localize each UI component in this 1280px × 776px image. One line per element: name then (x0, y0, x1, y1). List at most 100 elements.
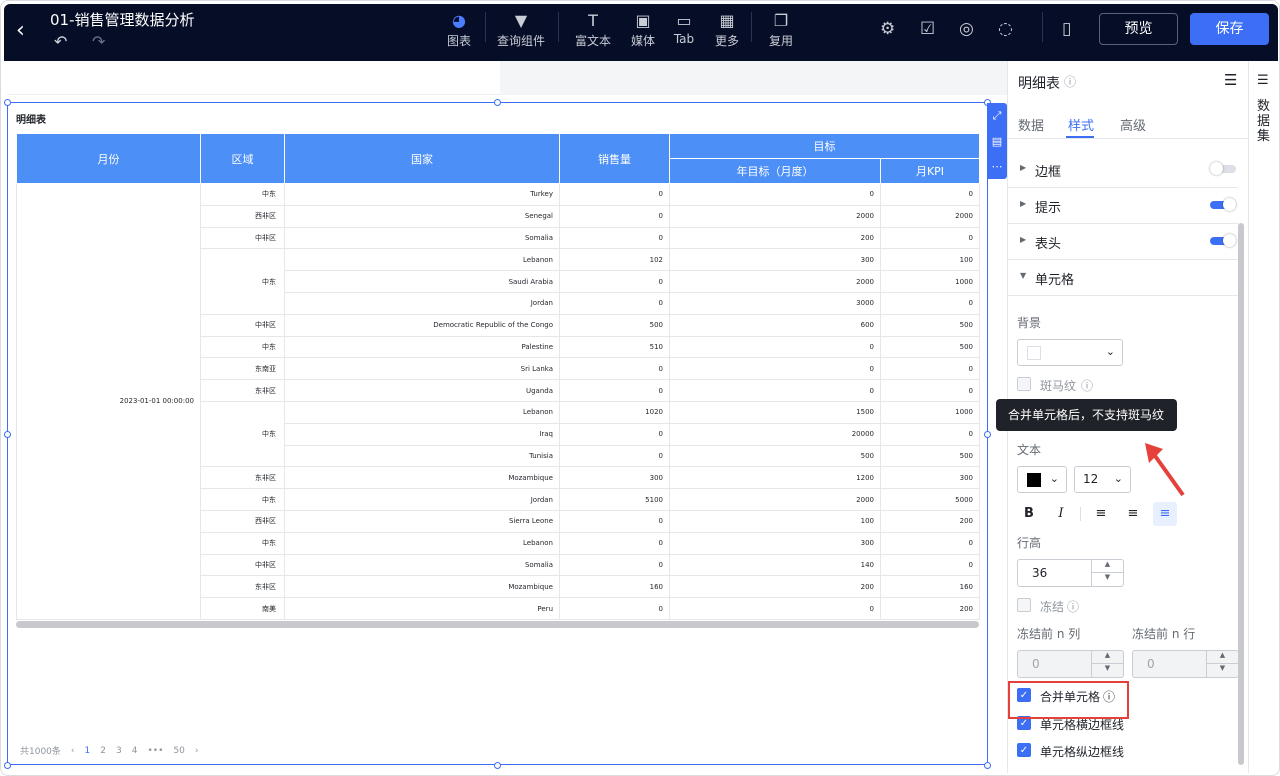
preview-button[interactable]: 预览 (1099, 13, 1178, 45)
section-header[interactable]: ▶ 表头 (1008, 224, 1238, 260)
pager-page-3[interactable]: 3 (116, 746, 122, 756)
header-kpi[interactable]: 月KPI (880, 158, 980, 184)
align-center-button[interactable]: ≡ (1121, 502, 1145, 526)
align-left-button[interactable]: ≡ (1089, 502, 1113, 526)
cell-year-target: 500 (669, 444, 881, 468)
resize-handle[interactable] (4, 762, 11, 769)
cell-country: Mozambique (284, 466, 560, 490)
stepper-up-icon[interactable]: ▲ (1092, 651, 1123, 664)
resize-handle[interactable] (494, 99, 501, 106)
line-height-value: 36 (1032, 566, 1048, 580)
toolbar-pie-chart-button[interactable]: ◕ 图表 (444, 10, 474, 56)
italic-button[interactable]: I (1049, 502, 1073, 526)
cell-area: 东非区 (200, 575, 285, 599)
panel-tabs: 数据 样式 高级 (1008, 105, 1248, 139)
align-right-button[interactable]: ≡ (1153, 502, 1177, 526)
cell-sales: 0 (559, 291, 670, 315)
stepper-up-icon[interactable]: ▲ (1092, 560, 1123, 573)
table-row[interactable]: 2023-01-01 00:00:00 中东 Turkey 0 0 0 (16, 183, 980, 620)
info-icon[interactable]: ⓘ (1064, 73, 1076, 90)
stepper-down-icon[interactable]: ▼ (1092, 664, 1123, 677)
note-icon[interactable]: ▤ (992, 135, 1002, 148)
checklist-icon[interactable]: ☑ (920, 19, 935, 39)
detail-table: 月份 区域 国家 销售量 目标 年目标（月度） 月KPI 2023-01-01 … (16, 133, 980, 620)
tab-data[interactable]: 数据 (1018, 115, 1044, 134)
header-toggle[interactable] (1210, 234, 1236, 247)
stepper[interactable]: ▲ ▼ (1091, 560, 1123, 586)
expand-icon[interactable]: ⤢ (993, 109, 1002, 123)
dashboard-title[interactable]: 01-销售管理数据分析 (50, 9, 195, 30)
more-dots-icon[interactable]: ⋯ (992, 160, 1003, 173)
resize-handle[interactable] (984, 762, 991, 769)
toolbar-grid-button[interactable]: ▦ 更多 (712, 10, 742, 56)
pager-prev[interactable]: ‹ (71, 746, 75, 756)
font-size-select[interactable]: 12 ⌄ (1074, 466, 1131, 493)
collapse-panel-icon[interactable]: ☰ (1257, 73, 1269, 88)
resize-handle[interactable] (4, 431, 11, 438)
horizontal-scrollbar[interactable] (16, 621, 979, 628)
section-cell[interactable]: ▼ 单元格 (1008, 260, 1238, 296)
tooltip-toggle[interactable] (1210, 198, 1236, 211)
pager-page-2[interactable]: 2 (100, 746, 106, 756)
palette-icon[interactable]: ◎ (959, 19, 974, 39)
freeze-rows-input[interactable]: 0 ▲ ▼ (1132, 650, 1239, 678)
header-area[interactable]: 区域 (200, 133, 285, 184)
header-target[interactable]: 目标 (669, 133, 980, 159)
stepper-down-icon[interactable]: ▼ (1092, 573, 1123, 586)
stepper[interactable]: ▲ ▼ (1091, 651, 1123, 677)
save-button[interactable]: 保存 (1190, 13, 1269, 45)
hide-eye-icon[interactable]: ◌ (998, 19, 1013, 39)
toolbar-rich-text-button[interactable]: T 富文本 (573, 10, 613, 56)
panel-scrollbar[interactable] (1238, 223, 1244, 765)
dataset-strip[interactable]: ☰ 数据集 (1248, 61, 1278, 773)
toolbar-copy-button[interactable]: ❐ 复用 (766, 10, 796, 56)
info-icon[interactable]: ⓘ (1081, 377, 1093, 394)
stepper-up-icon[interactable]: ▲ (1207, 651, 1238, 664)
back-arrow-icon[interactable]: ‹ (16, 18, 25, 43)
resize-handle[interactable] (494, 762, 501, 769)
freeze-cols-input[interactable]: 0 ▲ ▼ (1017, 650, 1124, 678)
stepper-down-icon[interactable]: ▼ (1207, 664, 1238, 677)
cell-sales: 0 (559, 553, 670, 577)
stepper[interactable]: ▲ ▼ (1206, 651, 1238, 677)
bold-button[interactable]: B (1017, 502, 1041, 526)
pager-page-4[interactable]: 4 (132, 746, 138, 756)
detail-table-widget[interactable]: 明细表 月份 区域 国家 销售量 目标 年目标（月度） 月KPI 2023-01… (7, 102, 988, 765)
mobile-device-icon[interactable]: ▯ (1062, 19, 1071, 39)
undo-icon[interactable]: ↶ (54, 32, 67, 51)
header-country[interactable]: 国家 (284, 133, 560, 184)
tab-style[interactable]: 样式 (1068, 115, 1094, 134)
panel-menu-icon[interactable]: ☰ (1224, 71, 1237, 89)
section-tooltip[interactable]: ▶ 提示 (1008, 188, 1238, 224)
v-border-checkbox[interactable]: ✓ (1017, 743, 1031, 757)
pager-last[interactable]: 50 (173, 746, 184, 756)
freeze-checkbox[interactable] (1017, 598, 1031, 612)
redo-icon[interactable]: ↷ (92, 32, 105, 51)
background-color-select[interactable]: ⌄ (1017, 339, 1123, 366)
dataset-label[interactable]: 数据集 (1257, 99, 1271, 144)
toolbar-filter-button[interactable]: ▼ 查询组件 (496, 10, 546, 56)
cell-year-target: 200 (669, 575, 881, 599)
text-color-select[interactable]: ⌄ (1017, 466, 1067, 493)
header-month[interactable]: 月份 (16, 133, 201, 184)
toolbar-tab-button[interactable]: ▭ Tab (671, 10, 697, 56)
blank-card[interactable] (7, 61, 500, 95)
header-sales[interactable]: 销售量 (559, 133, 670, 184)
tab-advanced[interactable]: 高级 (1120, 115, 1146, 134)
border-toggle[interactable] (1210, 162, 1236, 175)
line-height-input[interactable]: 36 ▲ ▼ (1017, 559, 1124, 587)
resize-handle[interactable] (4, 99, 11, 106)
top-bar: ‹ 01-销售管理数据分析 ↶ ↷ ◕ 图表 ▼ 查询组件 T 富文本 ▣ 媒体 ▭ Tab ▦ 更多… (4, 4, 1278, 61)
pager-next[interactable]: › (195, 746, 199, 756)
zebra-checkbox[interactable] (1017, 377, 1031, 391)
pager-ellipsis[interactable]: ••• (147, 746, 163, 756)
settings-sliders-icon[interactable]: ⚙ (880, 19, 895, 39)
header-year-target[interactable]: 年目标（月度） (669, 158, 881, 184)
pager-page-1[interactable]: 1 (85, 746, 91, 756)
toolbar-image-button[interactable]: ▣ 媒体 (628, 10, 658, 56)
caret-down-icon: ▼ (1020, 271, 1027, 280)
section-border[interactable]: ▶ 边框 (1008, 152, 1238, 188)
pager-total: 共1000条 (20, 747, 61, 757)
info-icon[interactable]: ⓘ (1067, 598, 1079, 615)
resize-handle[interactable] (984, 431, 991, 438)
